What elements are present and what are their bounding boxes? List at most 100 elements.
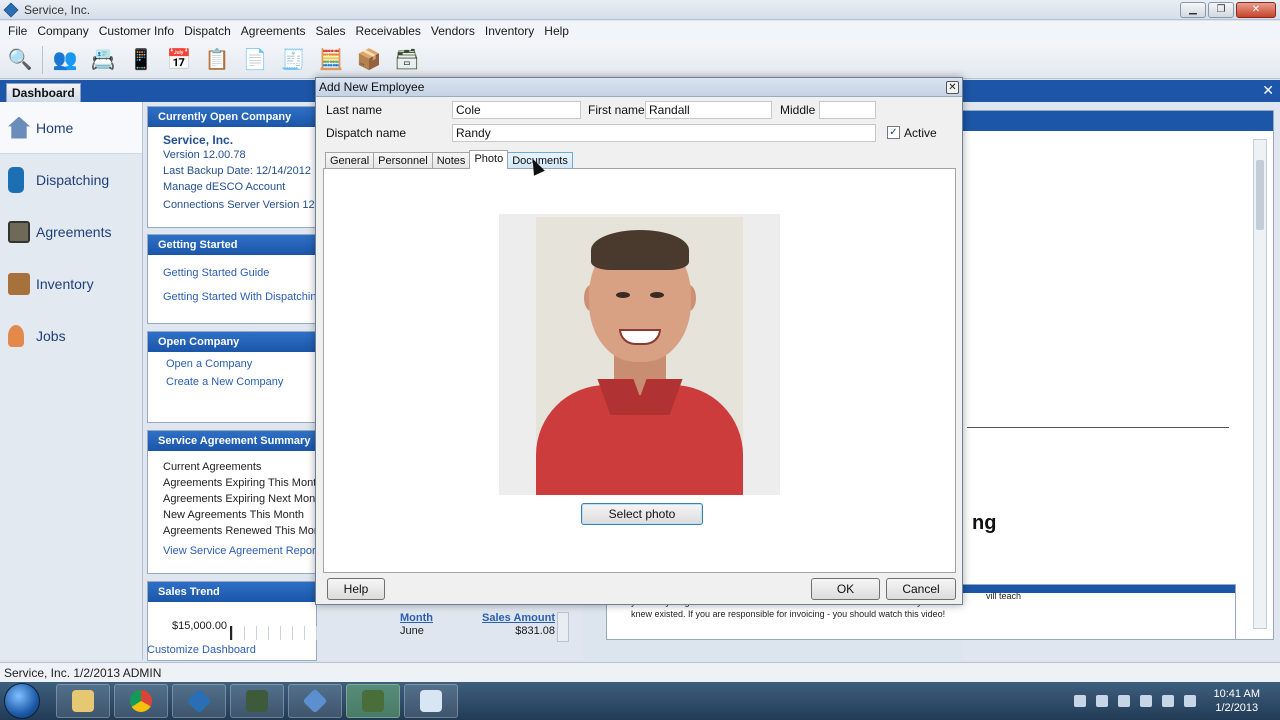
device-icon[interactable]: 📱 (125, 44, 157, 76)
promo-heading: ng (972, 512, 997, 534)
tray-arrow-icon[interactable] (1073, 695, 1086, 707)
tab-photo[interactable]: Photo (469, 150, 509, 169)
tray-flag-icon[interactable] (1117, 695, 1130, 707)
panel-agreement-summary-title: Service Agreement Summary (148, 431, 316, 451)
taskbar-explorer[interactable] (56, 684, 110, 718)
getting-started-guide-link[interactable]: Getting Started Guide (163, 267, 316, 291)
month-column-header[interactable]: Month (400, 612, 433, 625)
right-panel-scrollbar[interactable] (1253, 139, 1267, 629)
ok-button[interactable]: OK (811, 578, 880, 600)
dispatch-device-icon (8, 167, 24, 193)
menu-receivables[interactable]: Receivables (351, 24, 426, 38)
help-button[interactable]: Help (327, 578, 385, 600)
calculator-icon[interactable]: 🧮 (315, 44, 347, 76)
menu-sales[interactable]: Sales (310, 24, 350, 38)
tab-personnel[interactable]: Personnel (373, 152, 433, 169)
app-dark-icon (246, 690, 268, 712)
search-icon[interactable]: 🔍 (4, 44, 36, 76)
minimize-button[interactable]: ▁ (1180, 2, 1206, 18)
taskbar-app-4[interactable] (404, 684, 458, 718)
nav-home[interactable]: Home (0, 102, 142, 154)
app-blue-icon (302, 688, 328, 714)
sales-amount-cell: $831.08 (515, 625, 555, 637)
app-titlebar: Service, Inc. ▁ ❐ ✕ (0, 0, 1280, 20)
sales-trend-table: Month Sales Amount June $831.08 (400, 612, 555, 638)
home-icon (8, 116, 30, 139)
nav-agreements-label: Agreements (36, 224, 112, 240)
tray-network-icon[interactable] (1139, 695, 1152, 707)
nav-home-label: Home (36, 119, 74, 136)
right-content-panel (962, 110, 1274, 640)
last-backup-date: Last Backup Date: 12/14/2012 (163, 165, 311, 177)
tray-signal-icon[interactable] (1161, 695, 1174, 707)
nav-agreements[interactable]: Agreements (0, 206, 142, 258)
status-text: Service, Inc. 1/2/2013 ADMIN (4, 666, 162, 680)
sales-table-scrollbar[interactable] (557, 612, 569, 642)
menu-help[interactable]: Help (539, 24, 574, 38)
menu-vendors[interactable]: Vendors (426, 24, 480, 38)
agreement-report-link[interactable]: View Service Agreement Report (163, 545, 316, 561)
manage-account-link[interactable]: Manage dESCO Account (163, 181, 316, 197)
purchase-icon[interactable]: 📦 (353, 44, 385, 76)
sales-month-cell: June (400, 625, 424, 637)
maximize-button[interactable]: ❐ (1208, 2, 1234, 18)
start-button[interactable] (4, 683, 40, 719)
customize-dashboard-link[interactable]: Customize Dashboard (147, 644, 256, 656)
tray-volume-icon[interactable] (1183, 695, 1196, 707)
middle-name-field[interactable] (819, 101, 876, 119)
documents-icon[interactable]: 📄 (239, 44, 271, 76)
menu-customer-info[interactable]: Customer Info (94, 24, 179, 38)
menu-company[interactable]: Company (32, 24, 93, 38)
menu-dispatch[interactable]: Dispatch (179, 24, 236, 38)
first-name-field[interactable]: Randall (645, 101, 772, 119)
select-photo-button[interactable]: Select photo (581, 503, 703, 525)
app-logo-icon (3, 2, 19, 17)
dispatch-name-field[interactable]: Randy (452, 124, 876, 142)
panel-open-title: Open Company (148, 332, 316, 352)
taskbar-app-active[interactable] (346, 684, 400, 718)
customers-icon[interactable]: 👥 (49, 44, 81, 76)
company-name: Service, Inc. (163, 133, 234, 147)
tray-app-icon[interactable] (1095, 695, 1108, 707)
menu-file[interactable]: File (3, 24, 32, 38)
app-window-icon (420, 690, 442, 712)
os-taskbar: 10:41 AM 1/2/2013 (0, 682, 1280, 720)
agreement-board-icon[interactable]: 📋 (201, 44, 233, 76)
taskbar-app-3[interactable] (288, 684, 342, 718)
scrollbar-thumb[interactable] (1256, 160, 1264, 230)
dialog-close-button[interactable]: ✕ (946, 81, 959, 94)
left-navigation: Home Dispatching Agreements Inventory Jo… (0, 102, 143, 660)
agreements-icon (8, 221, 30, 243)
menu-inventory[interactable]: Inventory (480, 24, 539, 38)
close-tab-icon[interactable]: ✕ (1262, 82, 1274, 99)
folder-icon (72, 690, 94, 712)
calendar-icon[interactable]: 📅 (163, 44, 195, 76)
panel-open-company: Currently Open Company Service, Inc. Ver… (147, 106, 317, 228)
nav-inventory[interactable]: Inventory (0, 258, 142, 310)
clock[interactable]: 10:41 AM 1/2/2013 (1214, 687, 1260, 715)
inventory-icon[interactable]: 🗃 (391, 44, 423, 76)
taskbar-app-1[interactable] (172, 684, 226, 718)
taskbar-app-2[interactable] (230, 684, 284, 718)
close-window-button[interactable]: ✕ (1236, 2, 1276, 18)
nav-jobs-label: Jobs (36, 328, 66, 344)
register-icon[interactable]: 🧾 (277, 44, 309, 76)
sales-amount-column-header[interactable]: Sales Amount (482, 612, 555, 625)
sales-trend-chart (230, 626, 320, 640)
open-company-link[interactable]: Open a Company (166, 358, 316, 376)
promo-text-line-2: knew existed. If you are responsible for… (631, 609, 946, 619)
taskbar-chrome[interactable] (114, 684, 168, 718)
menu-agreements[interactable]: Agreements (236, 24, 311, 38)
chrome-icon (130, 690, 152, 712)
create-company-link[interactable]: Create a New Company (166, 376, 316, 392)
nav-jobs[interactable]: Jobs (0, 310, 142, 362)
contact-card-icon[interactable]: 📇 (87, 44, 119, 76)
tab-dashboard[interactable]: Dashboard (6, 83, 81, 102)
tab-notes[interactable]: Notes (431, 152, 471, 169)
cancel-button[interactable]: Cancel (886, 578, 956, 600)
getting-started-dispatching-link[interactable]: Getting Started With Dispatching (163, 291, 316, 307)
tab-general[interactable]: General (325, 152, 375, 169)
last-name-field[interactable]: Cole (452, 101, 581, 119)
nav-dispatching[interactable]: Dispatching (0, 154, 142, 206)
active-checkbox[interactable]: ✓ (887, 126, 900, 139)
